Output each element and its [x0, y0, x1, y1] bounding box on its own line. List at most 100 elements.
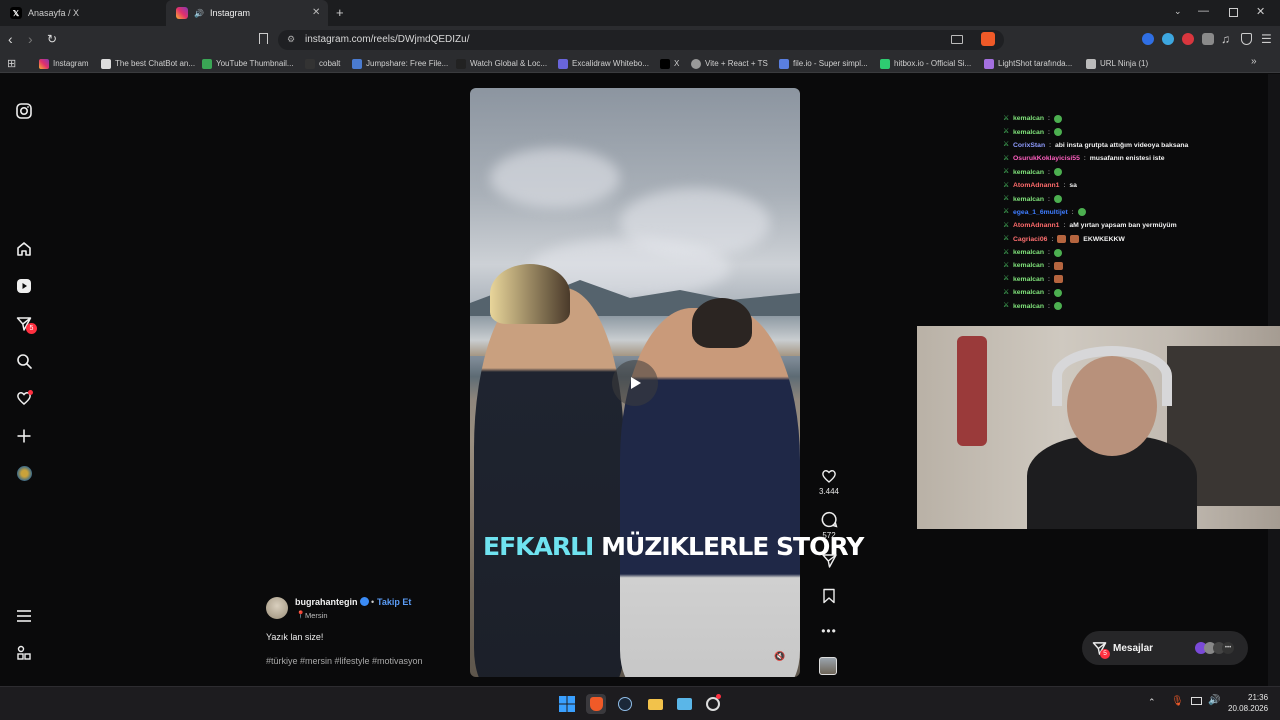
- reload-button[interactable]: ↻: [47, 32, 57, 46]
- bookmark-item[interactable]: LightShot tarafında...: [984, 57, 1072, 70]
- puzzle-icon[interactable]: [1202, 33, 1214, 45]
- chatbot-icon: [101, 58, 111, 69]
- profile-avatar[interactable]: [14, 463, 34, 483]
- chat-message: ⚔ kemalcan:: [1003, 192, 1265, 205]
- close-tab-icon[interactable]: ✕: [312, 7, 320, 18]
- chat-colon: :: [1049, 141, 1051, 149]
- notification-badge: 5: [26, 323, 37, 334]
- obs-icon[interactable]: [703, 694, 723, 714]
- microphone-icon[interactable]: 🎙: [1171, 696, 1184, 707]
- comment-icon: [821, 511, 837, 528]
- chat-username: kemalcan: [1013, 249, 1044, 257]
- also-from-meta-icon[interactable]: [14, 643, 34, 663]
- chat-colon: :: [1047, 168, 1050, 176]
- maximize-button[interactable]: [1229, 8, 1238, 17]
- messages-pill-button[interactable]: 5 Mesajlar •••: [1082, 631, 1248, 665]
- comment-button[interactable]: 572: [816, 511, 842, 540]
- tab-search-chevron-icon[interactable]: ⌄: [1174, 6, 1182, 17]
- author-username[interactable]: bugrahantegin: [295, 597, 358, 607]
- bookmark-item[interactable]: hitbox.io - Official Si...: [880, 57, 971, 70]
- bookmark-item[interactable]: Vite + React + TS: [691, 57, 768, 70]
- share-button[interactable]: [816, 553, 842, 569]
- cast-icon[interactable]: [951, 35, 963, 44]
- messages-badge: 5: [1100, 648, 1110, 659]
- notifications-heart-icon[interactable]: [14, 388, 34, 408]
- music-icon[interactable]: ♫: [1221, 32, 1230, 46]
- bookmark-item[interactable]: Watch Global & Loc...: [456, 57, 547, 70]
- new-tab-button[interactable]: +: [336, 5, 344, 20]
- more-menu-icon[interactable]: [14, 606, 34, 626]
- apps-grid-icon[interactable]: ⊞: [7, 57, 16, 70]
- like-button[interactable]: 3.444: [816, 468, 842, 496]
- brave-browser-icon[interactable]: [586, 694, 606, 714]
- more-options-icon[interactable]: •••: [816, 624, 842, 638]
- reels-icon[interactable]: [14, 276, 34, 296]
- bookmark-item[interactable]: YouTube Thumbnail...: [202, 57, 294, 70]
- menu-icon[interactable]: ☰: [1261, 32, 1272, 46]
- messages-icon[interactable]: 5: [14, 314, 37, 334]
- sword-badge-icon: ⚔: [1003, 221, 1010, 229]
- steam-icon[interactable]: [615, 694, 635, 714]
- webcam-overlay: [917, 326, 1280, 529]
- bookmark-item[interactable]: Excalidraw Whitebo...: [558, 57, 649, 70]
- extension-icon[interactable]: [1162, 33, 1174, 45]
- author-avatar[interactable]: [266, 597, 288, 619]
- tab-label: Anasayfa / X: [28, 8, 80, 18]
- bookmark-item[interactable]: Instagram: [39, 57, 89, 70]
- chat-message: ⚔ kemalcan:: [1003, 273, 1265, 286]
- site-info-icon[interactable]: ⚙: [287, 34, 295, 45]
- chat-text: musafanın enistesi iste: [1089, 155, 1165, 163]
- chat-emote-icon: [1053, 248, 1062, 257]
- chat-colon: :: [1047, 115, 1050, 123]
- bookmark-item[interactable]: file.io - Super simpl...: [779, 57, 868, 70]
- chat-emote-icon: [1070, 235, 1080, 244]
- sword-badge-icon: ⚔: [1003, 181, 1010, 189]
- tab-instagram[interactable]: 🔊 Instagram ✕: [166, 0, 328, 26]
- back-button[interactable]: ‹: [8, 31, 13, 47]
- mute-toggle-icon[interactable]: 🔇: [774, 651, 785, 662]
- search-icon[interactable]: [14, 351, 34, 371]
- minimize-button[interactable]: —: [1198, 5, 1209, 17]
- windows-start-icon[interactable]: [557, 694, 577, 714]
- bookmark-item[interactable]: X: [660, 57, 679, 70]
- globe-icon: [691, 58, 701, 69]
- bookmark-item[interactable]: Jumpshare: Free File...: [352, 57, 448, 70]
- app-icon[interactable]: [674, 694, 694, 714]
- cobalt-icon: [305, 58, 315, 69]
- bookmark-item[interactable]: The best ChatBot an...: [101, 57, 195, 70]
- instagram-logo-icon[interactable]: [14, 101, 34, 121]
- home-icon[interactable]: [14, 239, 34, 259]
- system-clock[interactable]: 21:36 20.08.2026: [1228, 692, 1268, 714]
- close-window-button[interactable]: ✕: [1256, 5, 1265, 18]
- chat-colon: :: [1063, 182, 1066, 190]
- play-button[interactable]: [612, 360, 658, 406]
- more-bookmarks-icon[interactable]: »: [1251, 56, 1257, 67]
- create-plus-icon[interactable]: [14, 426, 34, 446]
- forward-button[interactable]: ›: [28, 31, 33, 47]
- bookmark-item[interactable]: cobalt: [305, 57, 340, 70]
- follow-button[interactable]: Takip Et: [377, 597, 411, 607]
- network-icon[interactable]: [1191, 697, 1202, 705]
- bookmark-page-icon[interactable]: [259, 33, 268, 44]
- tab-x[interactable]: 𝕏 Anasayfa / X: [0, 0, 166, 26]
- tray-chevron-icon[interactable]: ⌃: [1148, 697, 1156, 708]
- chat-username: kemalcan: [1013, 195, 1044, 203]
- extension-icon[interactable]: [1182, 33, 1194, 45]
- chat-colon: :: [1071, 208, 1074, 216]
- url-text[interactable]: instagram.com/reels/DWjmdQEDIZu/: [305, 34, 469, 45]
- file-explorer-icon[interactable]: [645, 694, 665, 714]
- volume-icon[interactable]: 🔊: [1208, 695, 1220, 706]
- windows-taskbar: [0, 686, 1280, 720]
- post-location[interactable]: Mersin: [305, 611, 328, 620]
- wallet-icon[interactable]: [1241, 33, 1252, 45]
- post-hashtags[interactable]: #türkiye #mersin #lifestyle #motivasyon: [266, 656, 423, 666]
- extension-icon[interactable]: [1142, 33, 1154, 45]
- brave-shield-icon[interactable]: [981, 32, 995, 46]
- jumpshare-icon: [352, 58, 362, 69]
- sword-badge-icon: ⚔: [1003, 141, 1010, 149]
- chat-message: ⚔ Cagriaci06: EKWKEKKW: [1003, 233, 1265, 246]
- audio-thumbnail[interactable]: [819, 657, 837, 675]
- more-dots-icon: •••: [1222, 642, 1235, 654]
- save-button[interactable]: [816, 588, 842, 604]
- bookmark-item[interactable]: URL Ninja (1): [1086, 57, 1148, 70]
